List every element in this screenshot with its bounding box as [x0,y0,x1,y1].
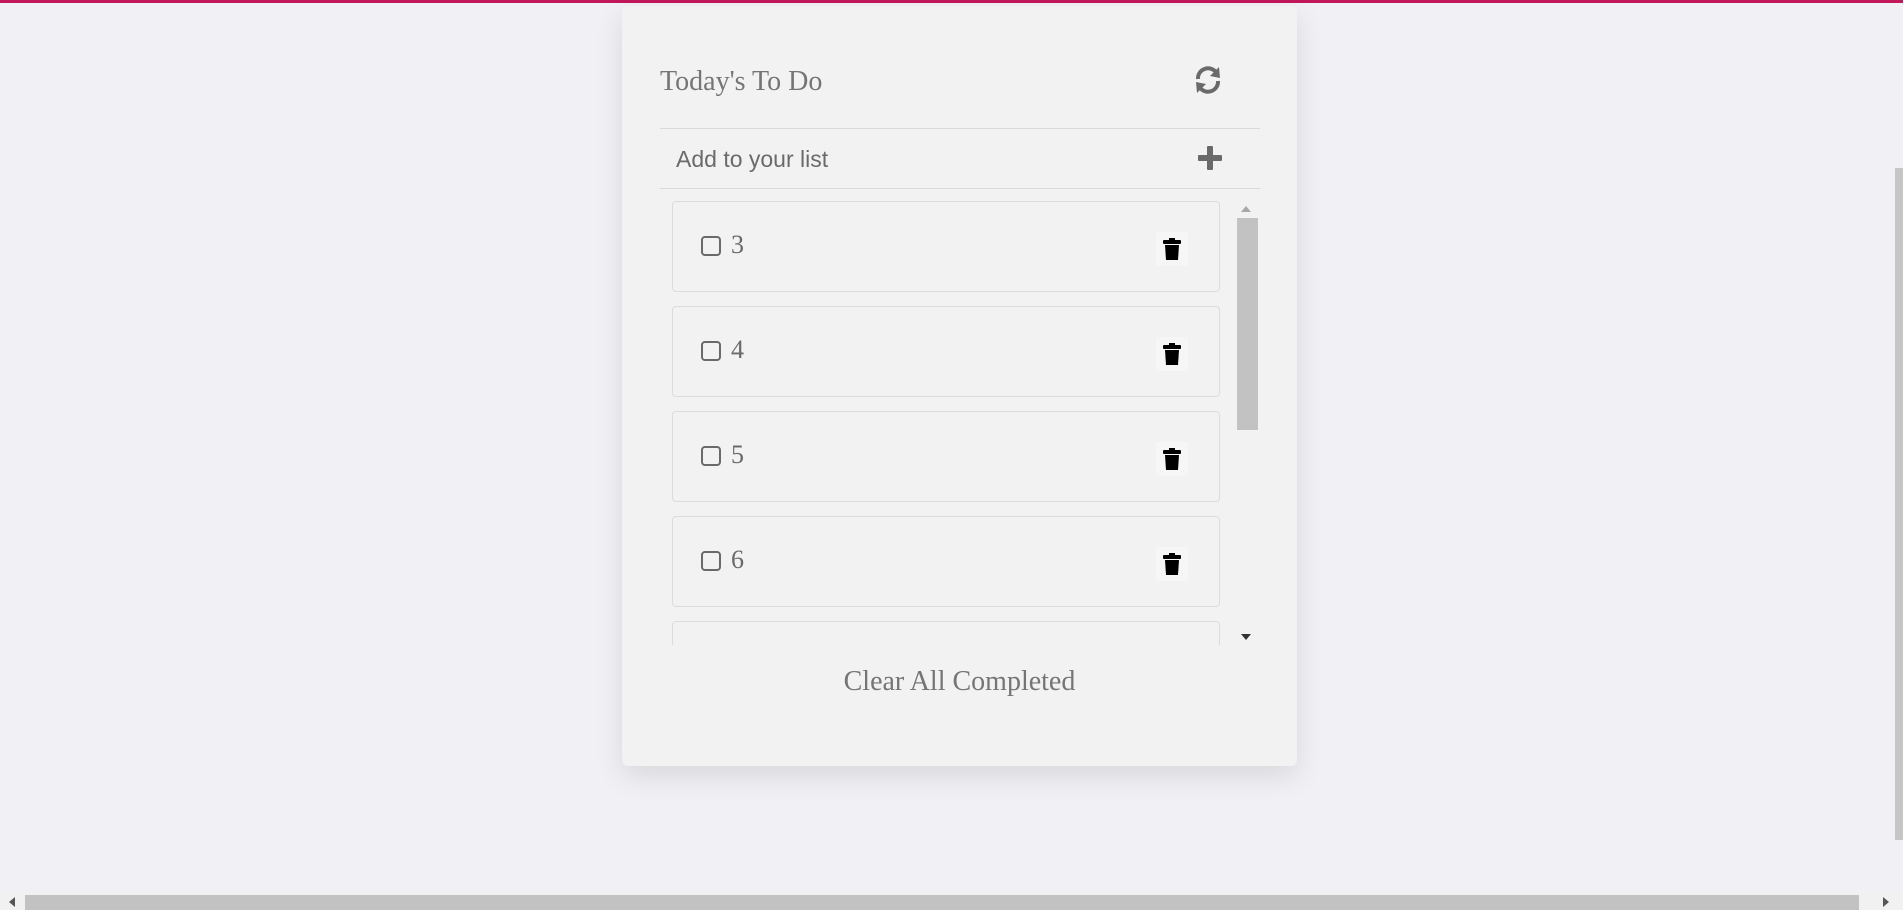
item-text: 3 [731,230,744,259]
item-checkbox[interactable] [701,446,721,466]
caret-right-icon [1883,897,1889,907]
scroll-up-button[interactable] [1237,201,1255,217]
refresh-icon [1196,66,1220,94]
todo-card: Today's To Do 3 [622,6,1297,766]
list-item: 6 [672,516,1220,607]
trash-icon [1163,448,1181,470]
list-item: 4 [672,306,1220,397]
list-item: 3 [672,201,1220,292]
caret-up-icon [1241,206,1251,212]
delete-button[interactable] [1156,547,1188,581]
scroll-right-button[interactable] [1880,896,1892,908]
caret-down-icon [1241,634,1251,640]
trash-icon [1163,553,1181,575]
item-checkbox[interactable] [701,341,721,361]
add-row [660,130,1260,188]
header-divider [660,128,1260,129]
scroll-down-button[interactable] [1237,629,1255,645]
item-checkbox[interactable] [701,236,721,256]
page-vertical-scrollbar[interactable] [1895,168,1903,840]
scroll-left-button[interactable] [6,896,18,908]
item-text: 4 [731,335,744,364]
add-item-input[interactable] [676,136,1176,182]
list-item [672,621,1220,645]
top-accent-bar [0,0,1903,3]
delete-button[interactable] [1156,232,1188,266]
delete-button[interactable] [1156,442,1188,476]
delete-button[interactable] [1156,337,1188,371]
list-item: 5 [672,411,1220,502]
item-checkbox[interactable] [701,551,721,571]
scroll-thumb[interactable] [1237,218,1258,430]
add-row-divider [660,188,1260,189]
app-title: Today's To Do [660,66,823,97]
trash-icon [1163,343,1181,365]
trash-icon [1163,238,1181,260]
item-text: 5 [731,440,744,469]
caret-left-icon [9,897,15,907]
add-button[interactable] [1190,138,1230,178]
page-horizontal-scrollbar[interactable] [0,893,1903,910]
refresh-button[interactable] [1188,60,1228,100]
horizontal-scroll-thumb[interactable] [25,895,1859,910]
todo-list[interactable]: 3 4 5 6 [672,201,1234,645]
item-text: 6 [731,545,744,574]
plus-icon [1198,146,1222,170]
clear-completed-button[interactable]: Clear All Completed [622,666,1297,698]
list-scrollbar[interactable] [1237,201,1258,645]
